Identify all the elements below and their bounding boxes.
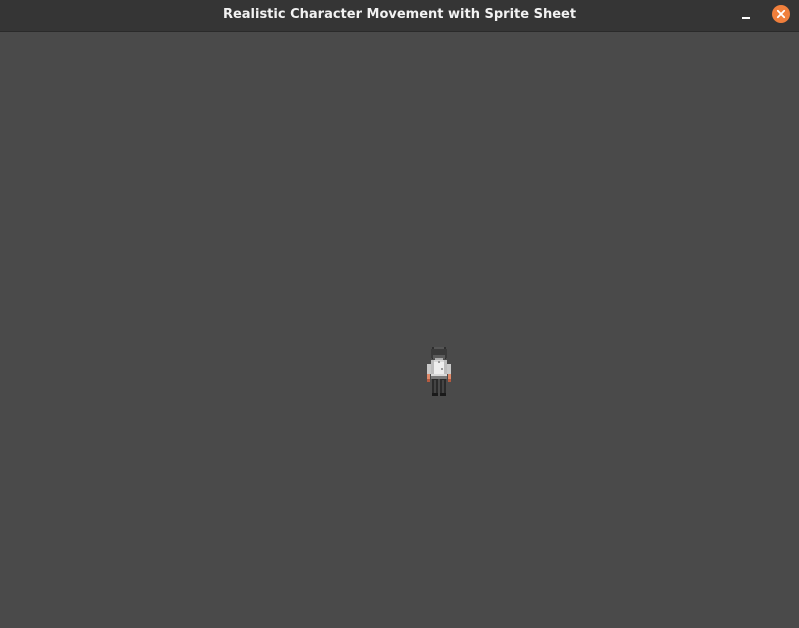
close-button[interactable] <box>772 5 790 23</box>
player-character-sprite <box>427 347 451 396</box>
close-icon <box>772 5 790 23</box>
minimize-button[interactable] <box>736 6 756 24</box>
game-canvas[interactable] <box>0 32 799 628</box>
title-bar[interactable]: Realistic Character Movement with Sprite… <box>0 0 799 32</box>
app-window: Realistic Character Movement with Sprite… <box>0 0 799 628</box>
minimize-icon <box>742 17 750 19</box>
window-title: Realistic Character Movement with Sprite… <box>222 7 577 22</box>
